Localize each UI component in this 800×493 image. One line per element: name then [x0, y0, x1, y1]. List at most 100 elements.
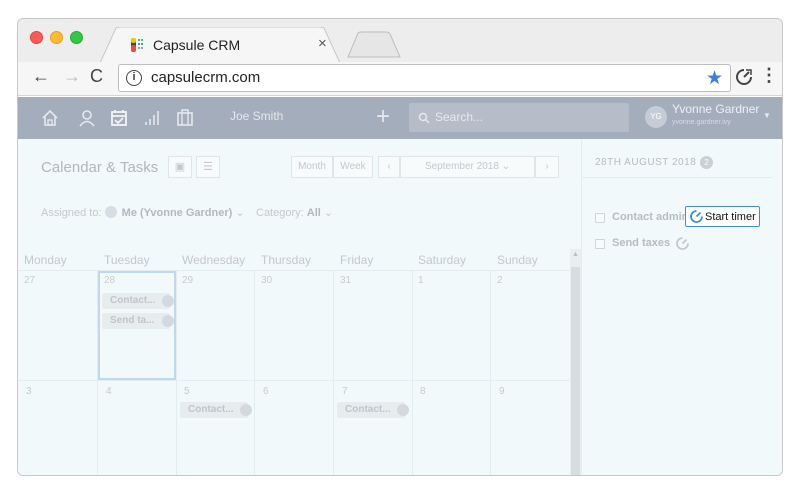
scrollbar-thumb[interactable] [571, 267, 580, 475]
calendar-task[interactable]: Send ta... [102, 313, 174, 329]
start-timer-button[interactable]: Start timer [685, 206, 760, 227]
day-number[interactable]: 6 [263, 386, 269, 397]
tab-close-icon[interactable]: × [318, 35, 327, 52]
weekday-header: Sunday [497, 253, 538, 267]
search-input[interactable]: Search... [409, 103, 629, 132]
weekday-header: Tuesday [104, 253, 150, 267]
day-number[interactable]: 4 [106, 386, 112, 397]
assignee-avatar [240, 404, 252, 416]
back-button[interactable]: ← [32, 66, 50, 87]
grid-line [176, 270, 177, 475]
grid-line [18, 380, 570, 381]
info-icon[interactable]: i [126, 70, 142, 86]
timer-icon[interactable] [676, 237, 689, 255]
day-number[interactable]: 28 [104, 275, 115, 286]
person-icon[interactable] [78, 109, 96, 132]
weekday-header: Saturday [418, 253, 467, 267]
browser-toolbar: ← → C i capsulecrm.com ★ ⋮ [18, 62, 782, 96]
calendar-task[interactable]: Contact... [102, 293, 174, 309]
calendar-scrollbar[interactable]: ▲ [570, 249, 581, 475]
add-button[interactable]: + [376, 103, 390, 131]
day-number[interactable]: 8 [420, 386, 426, 397]
day-number[interactable]: 30 [261, 275, 272, 286]
day-number[interactable]: 3 [26, 386, 32, 397]
assignee-avatar [162, 295, 174, 307]
minimize-window-button[interactable] [50, 31, 63, 44]
assignee-avatar [397, 404, 409, 416]
task-checkbox[interactable] [595, 239, 605, 249]
home-icon[interactable] [41, 109, 59, 132]
avatar[interactable]: YG [645, 106, 667, 128]
app-header: Joe Smith + Search... YG Yvonne Gardner … [18, 97, 782, 139]
timer-extension-icon[interactable] [735, 68, 753, 91]
day-number[interactable]: 27 [24, 275, 35, 286]
assigned-label: Assigned to: [41, 207, 102, 219]
category-filter[interactable]: Category: All ⌄ [256, 206, 333, 219]
title-bar: Capsule CRM × [18, 19, 782, 64]
new-tab-button[interactable] [346, 31, 402, 64]
chevron-down-icon[interactable]: ▼ [763, 111, 771, 120]
grid-line [254, 270, 255, 475]
task-checkbox[interactable] [595, 213, 605, 223]
address-bar[interactable]: i capsulecrm.com ★ [118, 64, 731, 92]
grid-line [490, 270, 491, 475]
assigned-filter[interactable]: Assigned to: Me (Yvonne Gardner) ⌄ [41, 206, 245, 219]
calendar-view-icon[interactable]: ▣ [168, 156, 192, 178]
calendar-panel: Calendar & Tasks ▣ ☰ Month Week ‹ Septem… [18, 139, 581, 475]
task-count-badge: 2 [700, 156, 714, 169]
page-title: Calendar & Tasks [41, 159, 159, 176]
user-name[interactable]: Yvonne Gardner [672, 102, 759, 116]
capsule-favicon-icon [130, 37, 146, 53]
chevron-down-icon: ⌄ [235, 207, 245, 219]
category-label: Category: [256, 207, 304, 219]
prev-month-button[interactable]: ‹ [378, 156, 400, 178]
day-number[interactable]: 1 [418, 275, 424, 286]
weekday-header: Wednesday [182, 253, 246, 267]
day-number[interactable]: 5 [184, 386, 190, 397]
forward-button[interactable]: → [63, 66, 81, 87]
day-number[interactable]: 31 [340, 275, 351, 286]
task-label: Contact... [345, 404, 391, 415]
chevron-down-icon: ⌄ [323, 207, 334, 219]
day-number[interactable]: 2 [497, 275, 503, 286]
list-view-icon[interactable]: ☰ [196, 156, 220, 178]
day-number[interactable]: 29 [182, 275, 193, 286]
close-window-button[interactable] [30, 31, 43, 44]
weekday-header: Thursday [261, 253, 312, 267]
day-number[interactable]: 9 [499, 386, 505, 397]
divider [582, 177, 772, 178]
search-placeholder: Search... [435, 110, 484, 124]
date-heading: 28TH AUGUST 2018 2 [595, 156, 714, 169]
month-selector[interactable]: September 2018 ⌄ [400, 156, 535, 178]
browser-menu-button[interactable]: ⋮ [760, 65, 778, 86]
briefcase-icon[interactable] [176, 109, 194, 132]
bar-chart-icon[interactable] [143, 109, 161, 132]
assigned-value: Me (Yvonne Gardner) [121, 207, 233, 219]
browser-tab[interactable]: Capsule CRM × [100, 27, 340, 63]
user-email: yvonne.gardner.ivy [672, 119, 731, 126]
task-label[interactable]: Send taxes [612, 237, 670, 249]
date-heading-text: 28TH AUGUST 2018 [595, 157, 697, 168]
tab-title: Capsule CRM [153, 37, 241, 53]
bookmark-star-icon[interactable]: ★ [706, 67, 723, 90]
week-view-button[interactable]: Week [333, 156, 373, 178]
task-label: Send ta... [110, 315, 155, 326]
maximize-window-button[interactable] [70, 31, 83, 44]
next-month-button[interactable]: › [535, 156, 559, 178]
url-text[interactable]: capsulecrm.com [151, 69, 260, 86]
scroll-up-icon[interactable]: ▲ [572, 251, 579, 258]
current-user-label[interactable]: Joe Smith [230, 109, 283, 123]
calendar-task[interactable]: Contact... [180, 402, 252, 418]
reload-button[interactable]: C [90, 66, 103, 87]
assignee-avatar [104, 206, 117, 218]
weekday-header: Friday [340, 253, 374, 267]
calendar-check-icon[interactable] [110, 109, 128, 132]
day-number[interactable]: 7 [342, 386, 348, 397]
start-timer-label: Start timer [705, 211, 756, 223]
calendar-task[interactable]: Contact... [337, 402, 409, 418]
task-label[interactable]: Contact admin [612, 211, 688, 223]
grid-line [333, 270, 334, 475]
assignee-avatar [162, 315, 174, 327]
timer-icon [690, 210, 703, 228]
month-view-button[interactable]: Month [291, 156, 333, 178]
